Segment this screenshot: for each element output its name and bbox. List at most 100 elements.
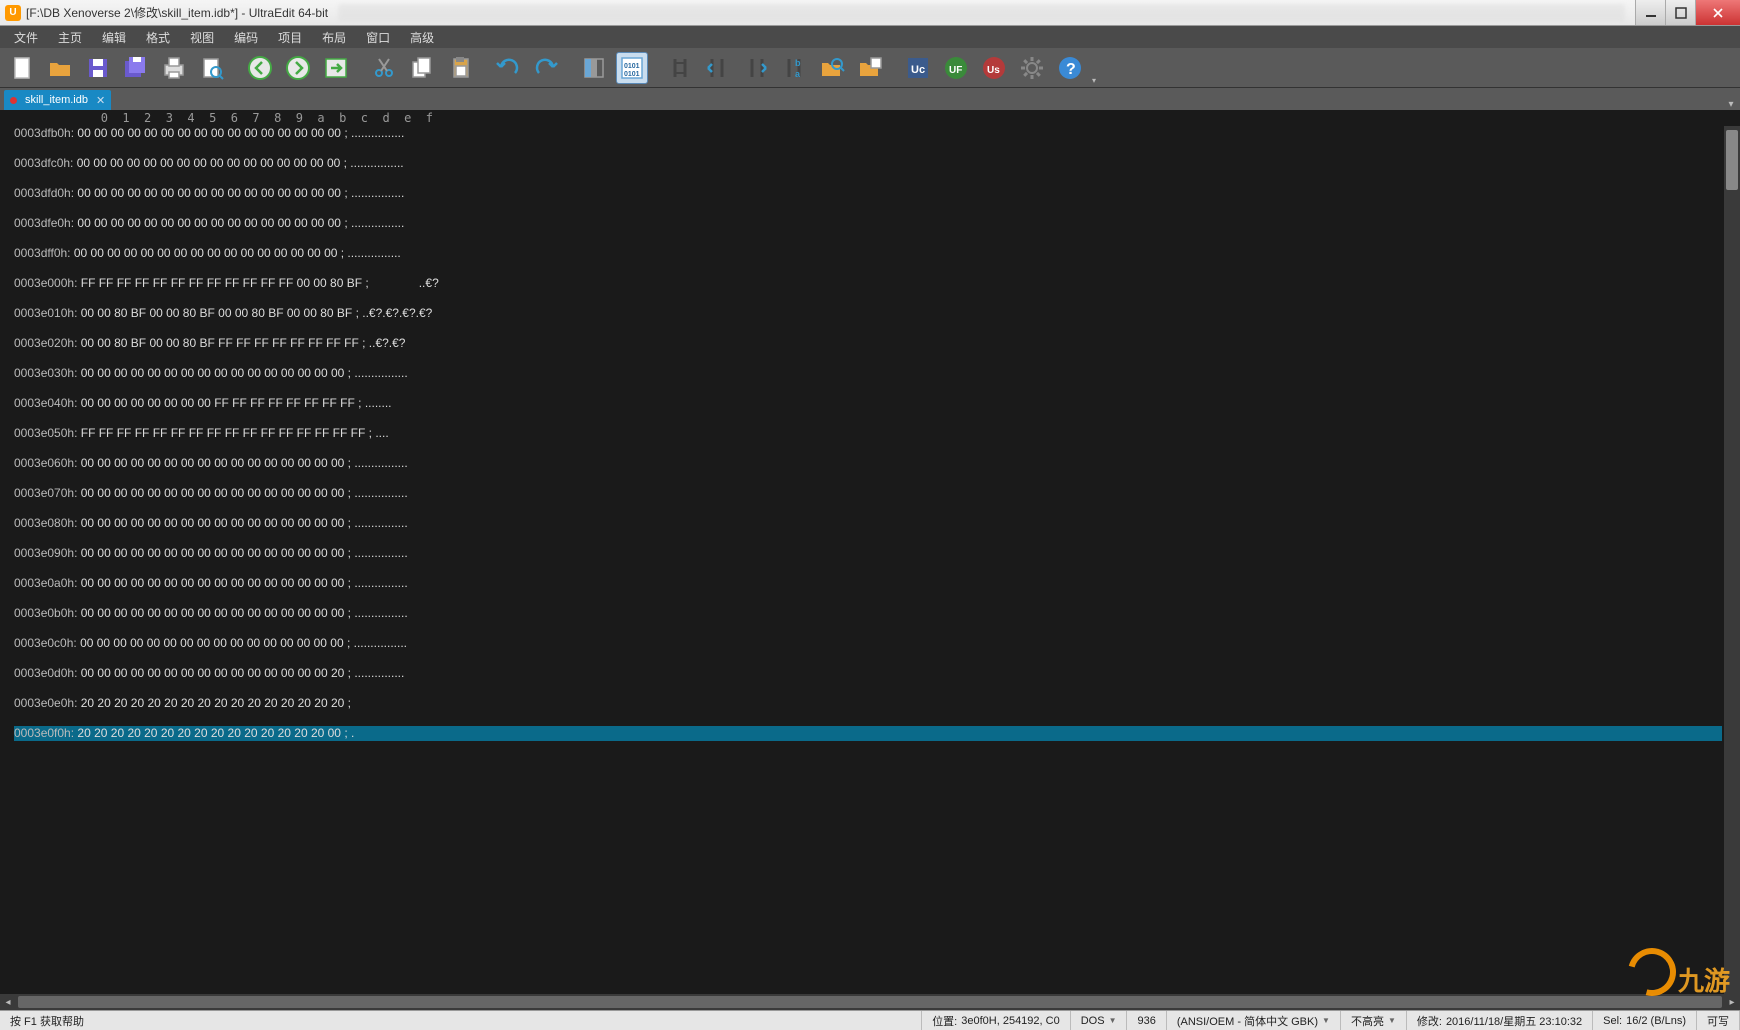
hex-ascii[interactable]: ................	[354, 546, 407, 560]
print-preview-button[interactable]	[196, 52, 228, 84]
minimize-button[interactable]	[1635, 0, 1665, 25]
menu-格式[interactable]: 格式	[136, 27, 180, 48]
hex-bytes[interactable]: 00 00 00 00 00 00 00 00 00 00 00 00 00 0…	[81, 576, 355, 590]
hex-ascii[interactable]: ........	[365, 396, 392, 410]
hex-ascii[interactable]: ................	[351, 126, 404, 140]
menu-窗口[interactable]: 窗口	[356, 27, 400, 48]
tools-us-button[interactable]: Us	[978, 52, 1010, 84]
save-button[interactable]	[82, 52, 114, 84]
paste-button[interactable]	[444, 52, 476, 84]
hex-bytes[interactable]: FF FF FF FF FF FF FF FF FF FF FF FF 00 0…	[81, 276, 372, 290]
menu-文件[interactable]: 文件	[4, 27, 48, 48]
hex-content[interactable]: 0003dfb0h: 00 00 00 00 00 00 00 00 00 00…	[14, 126, 1722, 994]
hex-line[interactable]: 0003e090h: 00 00 00 00 00 00 00 00 00 00…	[14, 546, 1722, 561]
toolbar-overflow-button[interactable]: ▾	[1092, 48, 1102, 87]
new-file-button[interactable]	[6, 52, 38, 84]
hex-editor[interactable]: 0003dfb0h: 00 00 00 00 00 00 00 00 00 00…	[0, 126, 1740, 994]
menu-编辑[interactable]: 编辑	[92, 27, 136, 48]
nav-forward-button[interactable]	[282, 52, 314, 84]
tools-uc-button[interactable]: Uc	[902, 52, 934, 84]
hex-ascii[interactable]: ................	[350, 156, 403, 170]
find-button[interactable]	[664, 52, 696, 84]
menu-项目[interactable]: 项目	[268, 27, 312, 48]
status-encoding[interactable]: (ANSI/OEM - 简体中文 GBK)▼	[1167, 1011, 1341, 1030]
hex-bytes[interactable]: 00 00 00 00 00 00 00 00 00 00 00 00 00 0…	[81, 456, 355, 470]
scroll-right-icon[interactable]: ▸	[1724, 994, 1740, 1010]
hex-line[interactable]: 0003e020h: 00 00 80 BF 00 00 80 BF FF FF…	[14, 336, 1722, 351]
horizontal-scrollbar[interactable]: ◂ ▸	[0, 994, 1740, 1010]
menu-编码[interactable]: 编码	[224, 27, 268, 48]
hex-bytes[interactable]: 00 00 00 00 00 00 00 00 FF FF FF FF FF F…	[81, 396, 365, 410]
cut-button[interactable]	[368, 52, 400, 84]
hex-ascii[interactable]: ................	[354, 366, 407, 380]
find-prev-button[interactable]	[702, 52, 734, 84]
hex-bytes[interactable]: 00 00 00 00 00 00 00 00 00 00 00 00 00 0…	[74, 246, 348, 260]
hex-bytes[interactable]: 20 20 20 20 20 20 20 20 20 20 20 20 20 2…	[81, 696, 355, 710]
hex-bytes[interactable]: 00 00 00 00 00 00 00 00 00 00 00 00 00 0…	[77, 156, 351, 170]
hex-bytes[interactable]: 00 00 00 00 00 00 00 00 00 00 00 00 00 0…	[80, 636, 354, 650]
status-highlight[interactable]: 不高亮▼	[1341, 1011, 1407, 1030]
hex-ascii[interactable]: ..€?.€?.€?.€?	[362, 306, 432, 320]
close-button[interactable]	[1695, 0, 1740, 25]
hex-bytes[interactable]: 00 00 00 00 00 00 00 00 00 00 00 00 00 0…	[81, 606, 355, 620]
scroll-thumb[interactable]	[1726, 130, 1738, 190]
scroll-left-icon[interactable]: ◂	[0, 994, 16, 1010]
hex-ascii[interactable]: ................	[351, 216, 404, 230]
hex-ascii[interactable]: ................	[347, 246, 400, 260]
hex-line[interactable]: 0003e0f0h: 20 20 20 20 20 20 20 20 20 20…	[14, 726, 1722, 741]
hex-bytes[interactable]: FF FF FF FF FF FF FF FF FF FF FF FF FF F…	[81, 426, 376, 440]
find-next-button[interactable]	[740, 52, 772, 84]
undo-button[interactable]	[492, 52, 524, 84]
hex-line[interactable]: 0003e050h: FF FF FF FF FF FF FF FF FF FF…	[14, 426, 1722, 441]
hex-line[interactable]: 0003dfb0h: 00 00 00 00 00 00 00 00 00 00…	[14, 126, 1722, 141]
status-line-ending[interactable]: DOS▼	[1071, 1011, 1128, 1030]
hex-ascii[interactable]: ..€?.€?	[369, 336, 406, 350]
hex-bytes[interactable]: 00 00 00 00 00 00 00 00 00 00 00 00 00 0…	[81, 486, 355, 500]
tab-close-icon[interactable]: ✕	[96, 94, 105, 107]
copy-button[interactable]	[406, 52, 438, 84]
scroll-thumb[interactable]	[18, 996, 1722, 1008]
hex-bytes[interactable]: 00 00 00 00 00 00 00 00 00 00 00 00 00 0…	[81, 516, 355, 530]
maximize-button[interactable]	[1665, 0, 1695, 25]
hex-bytes[interactable]: 00 00 00 00 00 00 00 00 00 00 00 00 00 0…	[81, 666, 355, 680]
tools-uf-button[interactable]: UF	[940, 52, 972, 84]
hex-bytes[interactable]: 00 00 00 00 00 00 00 00 00 00 00 00 00 0…	[77, 126, 351, 140]
hex-mode-button[interactable]: 01010101	[616, 52, 648, 84]
find-replace-button[interactable]: ba	[778, 52, 810, 84]
hex-line[interactable]: 0003dff0h: 00 00 00 00 00 00 00 00 00 00…	[14, 246, 1722, 261]
hex-bytes[interactable]: 00 00 00 00 00 00 00 00 00 00 00 00 00 0…	[77, 216, 351, 230]
hex-ascii[interactable]: ................	[351, 186, 404, 200]
hex-line[interactable]: 0003e030h: 00 00 00 00 00 00 00 00 00 00…	[14, 366, 1722, 381]
hex-bytes[interactable]: 00 00 80 BF 00 00 80 BF 00 00 80 BF 00 0…	[81, 306, 363, 320]
help-button[interactable]: ?	[1054, 52, 1086, 84]
hex-line[interactable]: 0003dfc0h: 00 00 00 00 00 00 00 00 00 00…	[14, 156, 1722, 171]
hex-ascii[interactable]: ................	[354, 606, 407, 620]
hex-bytes[interactable]: 00 00 00 00 00 00 00 00 00 00 00 00 00 0…	[81, 546, 355, 560]
hex-bytes[interactable]: 00 00 00 00 00 00 00 00 00 00 00 00 00 0…	[77, 186, 351, 200]
menu-主页[interactable]: 主页	[48, 27, 92, 48]
hex-ascii[interactable]: .	[351, 726, 1451, 741]
menu-视图[interactable]: 视图	[180, 27, 224, 48]
hex-line[interactable]: 0003e0d0h: 00 00 00 00 00 00 00 00 00 00…	[14, 666, 1722, 681]
hex-line[interactable]: 0003e0e0h: 20 20 20 20 20 20 20 20 20 20…	[14, 696, 1722, 711]
hex-line[interactable]: 0003dfd0h: 00 00 00 00 00 00 00 00 00 00…	[14, 186, 1722, 201]
print-button[interactable]	[158, 52, 190, 84]
hex-ascii[interactable]: ................	[354, 636, 407, 650]
save-all-button[interactable]	[120, 52, 152, 84]
hex-ascii[interactable]: ................	[354, 516, 407, 530]
menu-高级[interactable]: 高级	[400, 27, 444, 48]
hex-ascii[interactable]: ..€?	[372, 276, 439, 290]
hex-ascii[interactable]: ................	[354, 576, 407, 590]
find-in-files-button[interactable]	[816, 52, 848, 84]
hex-line[interactable]: 0003e0a0h: 00 00 00 00 00 00 00 00 00 00…	[14, 576, 1722, 591]
hex-line[interactable]: 0003e000h: FF FF FF FF FF FF FF FF FF FF…	[14, 276, 1722, 291]
find-in-files-results-button[interactable]	[854, 52, 886, 84]
hex-line[interactable]: 0003dfe0h: 00 00 00 00 00 00 00 00 00 00…	[14, 216, 1722, 231]
hex-line[interactable]: 0003e040h: 00 00 00 00 00 00 00 00 FF FF…	[14, 396, 1722, 411]
menu-布局[interactable]: 布局	[312, 27, 356, 48]
hex-bytes[interactable]: 00 00 80 BF 00 00 80 BF FF FF FF FF FF F…	[81, 336, 369, 350]
hex-ascii[interactable]: ................	[354, 456, 407, 470]
vertical-scrollbar[interactable]	[1724, 126, 1740, 994]
hex-line[interactable]: 0003e070h: 00 00 00 00 00 00 00 00 00 00…	[14, 486, 1722, 501]
hex-ascii[interactable]: ...............	[354, 666, 407, 680]
